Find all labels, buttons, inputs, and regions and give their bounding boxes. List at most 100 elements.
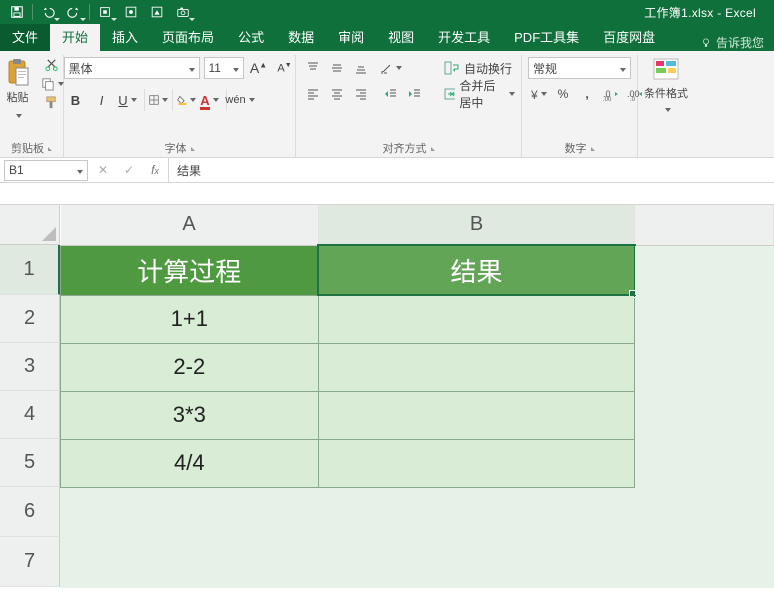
align-right-button[interactable] bbox=[350, 83, 372, 105]
cell[interactable]: 计算过程 bbox=[61, 245, 319, 295]
row-header[interactable]: 4 bbox=[0, 391, 60, 439]
tell-me[interactable]: 告诉我您 bbox=[690, 34, 774, 51]
align-top-button[interactable] bbox=[302, 57, 324, 79]
cell[interactable] bbox=[635, 343, 774, 391]
paste-button[interactable]: 粘贴 bbox=[1, 57, 35, 111]
dialog-launcher-icon[interactable] bbox=[48, 147, 52, 151]
bold-button[interactable]: B bbox=[64, 89, 88, 111]
tab-data[interactable]: 数据 bbox=[276, 24, 326, 51]
format-painter-button[interactable] bbox=[44, 95, 59, 110]
orientation-button[interactable] bbox=[380, 57, 402, 79]
paste-icon bbox=[5, 57, 31, 87]
cell[interactable] bbox=[318, 439, 635, 487]
touch-mode-button[interactable] bbox=[92, 0, 118, 24]
decrease-indent-button[interactable] bbox=[380, 83, 402, 105]
addin2-button[interactable] bbox=[144, 0, 170, 24]
wrap-text-icon bbox=[444, 60, 460, 76]
column-header[interactable] bbox=[635, 205, 774, 245]
increase-decimal-button[interactable]: .0.00 bbox=[600, 83, 622, 105]
dialog-launcher-icon[interactable] bbox=[591, 147, 595, 151]
svg-text:.00: .00 bbox=[603, 97, 612, 101]
align-bottom-button[interactable] bbox=[350, 57, 372, 79]
row-header[interactable]: 3 bbox=[0, 343, 60, 391]
row-header[interactable]: 7 bbox=[0, 537, 60, 587]
tab-review[interactable]: 审阅 bbox=[326, 24, 376, 51]
addin1-button[interactable] bbox=[118, 0, 144, 24]
cell[interactable]: 1+1 bbox=[61, 295, 319, 343]
align-center-button[interactable] bbox=[326, 83, 348, 105]
name-box[interactable]: B1 bbox=[4, 160, 88, 181]
cell[interactable] bbox=[635, 487, 774, 537]
cell[interactable] bbox=[635, 537, 774, 587]
cell[interactable]: 2-2 bbox=[61, 343, 319, 391]
increase-font-button[interactable]: A▲ bbox=[248, 57, 270, 79]
italic-button[interactable]: I bbox=[90, 89, 114, 111]
cancel-button[interactable]: ✕ bbox=[90, 158, 116, 183]
dialog-launcher-icon[interactable] bbox=[431, 147, 435, 151]
cell[interactable] bbox=[318, 537, 635, 587]
formula-input[interactable]: 结果 bbox=[169, 158, 774, 183]
font-name-combo[interactable]: 黑体 bbox=[64, 57, 200, 79]
select-all-corner[interactable] bbox=[0, 205, 60, 245]
tab-page-layout[interactable]: 页面布局 bbox=[150, 24, 226, 51]
cell[interactable] bbox=[61, 487, 319, 537]
cell[interactable]: 4/4 bbox=[61, 439, 319, 487]
row-header[interactable]: 6 bbox=[0, 487, 60, 537]
tab-view[interactable]: 视图 bbox=[376, 24, 426, 51]
tab-formulas[interactable]: 公式 bbox=[226, 24, 276, 51]
number-format-combo[interactable]: 常规 bbox=[528, 57, 631, 79]
undo-button[interactable] bbox=[35, 0, 61, 24]
merge-center-button[interactable]: 合并后居中 bbox=[444, 83, 515, 105]
percent-button[interactable]: % bbox=[552, 83, 574, 105]
column-header[interactable]: A bbox=[61, 205, 319, 245]
save-button[interactable] bbox=[4, 0, 30, 24]
border-button[interactable] bbox=[144, 89, 168, 111]
cell[interactable]: 结果 bbox=[318, 245, 635, 295]
tab-insert[interactable]: 插入 bbox=[100, 24, 150, 51]
cell[interactable] bbox=[635, 245, 774, 295]
tab-baidu-pan[interactable]: 百度网盘 bbox=[591, 24, 667, 51]
align-middle-button[interactable] bbox=[326, 57, 348, 79]
border-icon bbox=[149, 93, 159, 107]
comma-button[interactable]: , bbox=[576, 83, 598, 105]
column-header[interactable]: B bbox=[318, 205, 635, 245]
tab-file[interactable]: 文件 bbox=[0, 24, 50, 51]
phonetic-button[interactable]: wén bbox=[226, 89, 250, 111]
tab-home[interactable]: 开始 bbox=[50, 24, 100, 51]
cell[interactable] bbox=[318, 391, 635, 439]
dialog-launcher-icon[interactable] bbox=[191, 147, 195, 151]
redo-icon bbox=[67, 5, 81, 19]
align-left-icon bbox=[306, 87, 320, 101]
cut-button[interactable] bbox=[44, 57, 59, 72]
cell[interactable] bbox=[318, 295, 635, 343]
increase-indent-button[interactable] bbox=[404, 83, 426, 105]
copy-button[interactable] bbox=[40, 76, 64, 91]
row-header[interactable]: 5 bbox=[0, 439, 60, 487]
cell[interactable] bbox=[635, 295, 774, 343]
camera-button[interactable] bbox=[170, 0, 196, 24]
wrap-text-button[interactable]: 自动换行 bbox=[444, 57, 515, 79]
underline-button[interactable]: U bbox=[116, 89, 140, 111]
insert-function-button[interactable]: fx bbox=[142, 158, 168, 183]
row-header[interactable]: 1 bbox=[0, 245, 60, 295]
cell[interactable] bbox=[635, 439, 774, 487]
align-left-button[interactable] bbox=[302, 83, 324, 105]
cell[interactable] bbox=[318, 487, 635, 537]
enter-button[interactable]: ✓ bbox=[116, 158, 142, 183]
cell[interactable]: 3*3 bbox=[61, 391, 319, 439]
conditional-formatting-button[interactable]: 条件格式 bbox=[644, 57, 688, 107]
tab-developer[interactable]: 开发工具 bbox=[426, 24, 502, 51]
fill-color-button[interactable] bbox=[172, 89, 196, 111]
tab-pdf-tools[interactable]: PDF工具集 bbox=[502, 24, 591, 51]
accounting-format-button[interactable]: ¥ bbox=[528, 83, 550, 105]
row-header[interactable]: 2 bbox=[0, 295, 60, 343]
font-color-button[interactable]: A bbox=[198, 89, 222, 111]
cell[interactable] bbox=[61, 537, 319, 587]
font-size-combo[interactable]: 11 bbox=[204, 57, 244, 79]
decrease-font-button[interactable]: A▼ bbox=[274, 57, 296, 79]
redo-button[interactable] bbox=[61, 0, 87, 24]
cell[interactable] bbox=[318, 343, 635, 391]
cell[interactable] bbox=[635, 391, 774, 439]
group-clipboard: 粘贴 剪贴板 bbox=[0, 55, 64, 157]
group-label: 对齐方式 bbox=[383, 140, 427, 156]
